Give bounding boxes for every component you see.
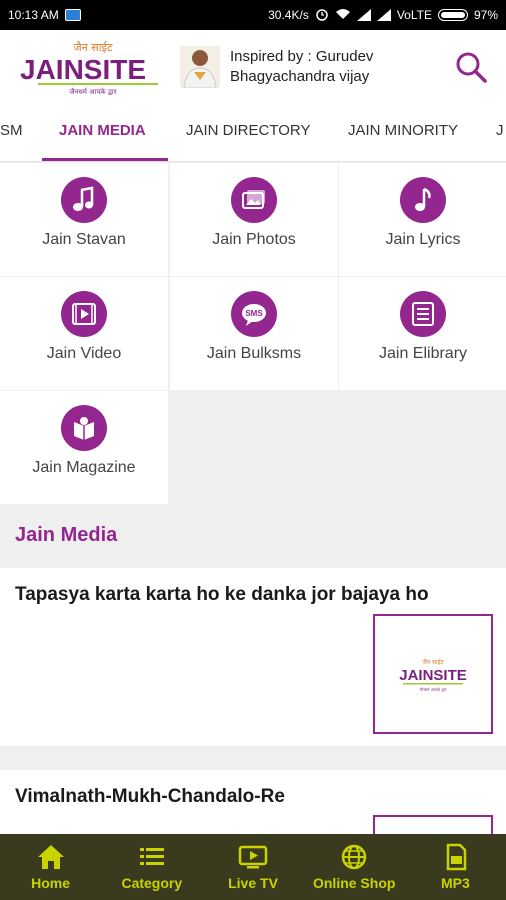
tab-jain-directory[interactable]: JAIN DIRECTORY: [186, 122, 310, 139]
logo-text: JAINSITE: [20, 54, 146, 85]
inspired-line-2: Bhagyachandra vijay: [230, 68, 370, 85]
grid-item-label: Jain Photos: [212, 231, 296, 248]
inspired-by-text: Inspired by : Gurudev Bhagyachandra vija…: [230, 47, 373, 87]
globe-icon: [341, 844, 367, 870]
logo-script: जैन साईट: [74, 41, 113, 54]
nav-label: MP3: [441, 875, 470, 891]
nav-category[interactable]: Category: [101, 834, 202, 900]
mp3-icon: [447, 843, 467, 871]
grid-item-jain-bulksms[interactable]: SMS Jain Bulksms: [170, 277, 338, 390]
nav-label: Online Shop: [312, 875, 396, 891]
status-bar: 10:13 AM 30.4K/s VoLTE 97%: [0, 0, 506, 30]
app-header: जैन साईट JAINSITE जैनधर्म आपके द्वार Ins…: [0, 30, 506, 104]
music-note-icon: [61, 177, 107, 223]
category-list-icon: [139, 848, 164, 865]
card-thumbnail: जैन साईट JAINSITE जैनधर्म आपके द्वार: [373, 614, 493, 734]
grid-item-label: Jain Bulksms: [206, 345, 302, 362]
grid-item-label: Jain Magazine: [32, 459, 136, 476]
grid-item-jain-photos[interactable]: Jain Photos: [170, 163, 338, 276]
battery-percent: 97%: [473, 8, 498, 22]
nav-home[interactable]: Home: [0, 834, 101, 900]
music-note-icon: [400, 177, 446, 223]
home-icon: [37, 845, 64, 869]
magazine-icon: [61, 405, 107, 451]
nav-label: Category: [121, 875, 183, 891]
logo-tagline: जैनधर्म आपके द्वार: [69, 87, 116, 96]
tab-jain-minority[interactable]: JAIN MINORITY: [348, 122, 458, 139]
grid-item-jain-stavan[interactable]: Jain Stavan: [0, 163, 168, 276]
nav-label: Home: [31, 875, 71, 891]
wifi-icon: [335, 8, 351, 23]
nav-online-shop[interactable]: Online Shop: [304, 834, 405, 900]
grid-item-label: Jain Video: [46, 345, 122, 362]
grid-item-jain-elibrary[interactable]: Jain Elibrary: [339, 277, 506, 390]
nav-live-tv[interactable]: Live TV: [202, 834, 303, 900]
net-speed: 30.4K/s: [268, 8, 309, 22]
media-card[interactable]: Vimalnath-Mukh-Chandalo-Re: [0, 770, 506, 855]
inspired-line-1: Inspired by : Gurudev: [230, 48, 374, 65]
category-tabs: SM JAIN MEDIA JAIN DIRECTORY JAIN MINORI…: [0, 104, 506, 162]
card-title: Vimalnath-Mukh-Chandalo-Re: [15, 786, 285, 807]
svg-text:JAINSITE: JAINSITE: [399, 667, 467, 684]
network-type: VoLTE: [396, 8, 432, 22]
section-title: Jain Media: [15, 524, 118, 546]
sms-icon: SMS: [231, 291, 277, 337]
cloud-icon: [64, 9, 81, 21]
status-time: 10:13 AM: [8, 8, 59, 22]
media-card[interactable]: Tapasya karta karta ho ke danka jor baja…: [0, 568, 506, 746]
svg-text:जैन साईट: जैन साईट: [422, 658, 444, 666]
tv-icon: [238, 845, 268, 869]
nav-label: Live TV: [228, 875, 278, 891]
battery-icon: [437, 9, 468, 21]
video-icon: [61, 291, 107, 337]
list-icon: [400, 291, 446, 337]
grid-item-label: Jain Stavan: [42, 231, 126, 248]
tab-partial-left[interactable]: SM: [0, 122, 23, 139]
grid-item-label: Jain Lyrics: [385, 231, 461, 248]
grid-item-label: Jain Elibrary: [378, 345, 468, 362]
signal-icon-2: [376, 9, 391, 21]
grid-item-jain-video[interactable]: Jain Video: [0, 277, 168, 390]
jainsite-logo[interactable]: जैन साईट JAINSITE जैनधर्म आपके द्वार: [18, 37, 168, 97]
tab-jain-media[interactable]: JAIN MEDIA: [59, 122, 146, 139]
search-icon[interactable]: [454, 50, 488, 84]
bottom-navigation: Home Category Live TV Online Shop MP3: [0, 834, 506, 900]
alarm-icon: [315, 7, 329, 24]
svg-text:जैनधर्म आपके द्वार: जैनधर्म आपके द्वार: [420, 687, 447, 692]
tab-partial-right[interactable]: J: [496, 122, 504, 139]
signal-icon: [356, 9, 371, 21]
grid-item-jain-magazine[interactable]: Jain Magazine: [0, 391, 168, 504]
svg-text:SMS: SMS: [245, 309, 263, 318]
photos-icon: [231, 177, 277, 223]
card-title: Tapasya karta karta ho ke danka jor baja…: [15, 584, 429, 605]
gurudev-photo: [180, 46, 220, 89]
active-tab-indicator: [42, 158, 168, 161]
nav-mp3[interactable]: MP3: [405, 834, 506, 900]
thumbnail-logo: जैन साईट JAINSITE जैनधर्म आपके द्वार: [399, 658, 467, 692]
grid-item-jain-lyrics[interactable]: Jain Lyrics: [339, 163, 506, 276]
